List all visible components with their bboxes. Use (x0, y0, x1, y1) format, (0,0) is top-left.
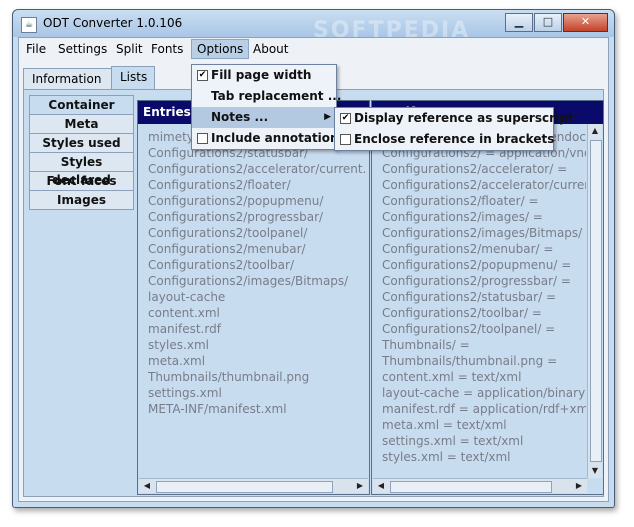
side-tab-container[interactable]: Container (29, 95, 134, 114)
scroll-thumb[interactable] (156, 481, 333, 493)
side-tabs: Container Meta Styles used Styles declar… (29, 95, 134, 210)
list-item[interactable]: Configurations2/toolbar/ (148, 257, 367, 273)
list-item[interactable]: Thumbnails/thumbnail.png = (382, 353, 586, 369)
menu-item-label: Enclose reference in brackets (354, 132, 555, 146)
scroll-up-arrow[interactable]: ▲ (588, 125, 602, 137)
menu-bar: File Settings Split Fonts Options About (19, 38, 608, 60)
scroll-right-arrow[interactable]: ▶ (353, 480, 367, 492)
list-item[interactable]: settings.xml = text/xml (382, 433, 586, 449)
menu-item-fill-page-width[interactable]: ✔ Fill page width (192, 65, 336, 86)
menu-item-include-annotations[interactable]: Include annotations (192, 128, 346, 149)
scroll-down-arrow[interactable]: ▼ (588, 465, 602, 477)
list-item[interactable]: Configurations2/floater/ (148, 177, 367, 193)
manifest-panel: Manifest / = application/vnd.oasis.opend… (371, 100, 604, 495)
list-item[interactable]: styles.xml = text/xml (382, 449, 586, 465)
checkbox-icon: ✔ (340, 113, 351, 124)
menu-about[interactable]: About (248, 40, 293, 58)
minimize-button[interactable]: ▁ (505, 13, 533, 32)
entries-hscrollbar[interactable]: ◀ ▶ (139, 478, 368, 493)
scroll-thumb[interactable] (590, 140, 602, 462)
list-item[interactable]: Configurations2/progressbar/ = (382, 273, 586, 289)
list-item[interactable]: Configurations2/statusbar/ = (382, 289, 586, 305)
list-item[interactable]: content.xml (148, 305, 367, 321)
checkbox-icon (197, 133, 208, 144)
options-menu: ✔ Fill page width Tab replacement ... No… (191, 64, 346, 150)
side-tab-font-faces[interactable]: Font faces (29, 171, 134, 190)
list-item[interactable]: Configurations2/toolpanel/ = (382, 321, 586, 337)
list-item[interactable]: Configurations2/popupmenu/ = (382, 257, 586, 273)
list-item[interactable]: Configurations2/menubar/ = (382, 241, 586, 257)
list-item[interactable]: meta.xml = text/xml (382, 417, 586, 433)
list-item[interactable]: Thumbnails/ = (382, 337, 586, 353)
window-title: ODT Converter 1.0.106 (43, 16, 183, 30)
checkbox-icon: ✔ (197, 70, 208, 81)
menu-settings[interactable]: Settings (53, 40, 112, 58)
menu-item-label: Display reference as superscript (354, 111, 574, 125)
manifest-vscrollbar[interactable]: ▲ ▼ (587, 124, 602, 478)
list-item[interactable]: Configurations2/popupmenu/ (148, 193, 367, 209)
scroll-left-arrow[interactable]: ◀ (140, 480, 154, 492)
side-tab-styles-declared[interactable]: Styles declared (29, 152, 134, 187)
app-icon: ☕ (21, 17, 37, 33)
menu-item-label: Tab replacement ... (211, 89, 342, 103)
entries-panel: Entries mimetype Configurations2/statusb… (137, 100, 370, 495)
list-item[interactable]: Configurations2/floater/ = (382, 193, 586, 209)
scroll-right-arrow[interactable]: ▶ (572, 480, 586, 492)
list-item[interactable]: Configurations2/images/Bitmaps/ = (382, 225, 586, 241)
close-button[interactable]: ✕ (563, 13, 608, 32)
menu-item-superscript[interactable]: ✔ Display reference as superscript (335, 108, 573, 129)
list-item[interactable]: Configurations2/accelerator/current.xml (148, 161, 367, 177)
maximize-button[interactable]: □ (534, 13, 562, 32)
menu-item-tab-replacement[interactable]: Tab replacement ... (192, 86, 341, 107)
list-item[interactable]: Configurations2/accelerator/ = (382, 161, 586, 177)
notes-submenu: ✔ Display reference as superscript Enclo… (334, 107, 573, 151)
list-item[interactable]: layout-cache = application/binary (382, 385, 586, 401)
menu-fonts[interactable]: Fonts (146, 40, 188, 58)
list-item[interactable]: manifest.rdf (148, 321, 367, 337)
side-tab-images[interactable]: Images (29, 190, 134, 210)
checkbox-icon (340, 134, 351, 145)
list-item[interactable]: Configurations2/images/Bitmaps/ (148, 273, 367, 289)
menu-options[interactable]: Options (191, 39, 250, 59)
scroll-thumb[interactable] (390, 481, 552, 493)
list-item[interactable]: settings.xml (148, 385, 367, 401)
menu-file[interactable]: File (21, 40, 51, 58)
list-item[interactable]: Configurations2/toolpanel/ (148, 225, 367, 241)
entries-list[interactable]: mimetype Configurations2/statusbar/ Conf… (148, 129, 367, 472)
list-item[interactable]: Configurations2/progressbar/ (148, 209, 367, 225)
list-item[interactable]: styles.xml (148, 337, 367, 353)
list-item[interactable]: layout-cache (148, 289, 367, 305)
manifest-hscrollbar[interactable]: ◀ ▶ (373, 478, 587, 493)
menu-item-label: Include annotations (211, 131, 346, 145)
tab-information[interactable]: Information (23, 68, 115, 89)
menu-item-label: Notes ... (211, 110, 269, 124)
side-tab-styles-used[interactable]: Styles used (29, 133, 134, 152)
menu-split[interactable]: Split (111, 40, 148, 58)
list-item[interactable]: Configurations2/toolbar/ = (382, 305, 586, 321)
tab-lists[interactable]: Lists (111, 66, 155, 89)
manifest-list[interactable]: / = application/vnd.oasis.opendocument C… (382, 129, 586, 472)
menu-item-label: Fill page width (211, 68, 312, 82)
menu-item-brackets[interactable]: Enclose reference in brackets (335, 129, 555, 150)
list-item[interactable]: Configurations2/images/ = (382, 209, 586, 225)
list-item[interactable]: manifest.rdf = application/rdf+xml (382, 401, 586, 417)
menu-item-notes[interactable]: Notes ... ▶ (192, 107, 336, 128)
list-item[interactable]: Configurations2/accelerator/current (382, 177, 586, 193)
title-bar[interactable]: ☕ ODT Converter 1.0.106 SOFTPEDIA ▁ □ ✕ (13, 10, 614, 43)
list-item[interactable]: Configurations2/menubar/ (148, 241, 367, 257)
list-item[interactable]: content.xml = text/xml (382, 369, 586, 385)
side-tab-meta[interactable]: Meta (29, 114, 134, 133)
list-item[interactable]: META-INF/manifest.xml (148, 401, 367, 417)
submenu-arrow-icon: ▶ (324, 112, 331, 122)
scroll-left-arrow[interactable]: ◀ (374, 480, 388, 492)
list-item[interactable]: Thumbnails/thumbnail.png (148, 369, 367, 385)
list-item[interactable]: meta.xml (148, 353, 367, 369)
